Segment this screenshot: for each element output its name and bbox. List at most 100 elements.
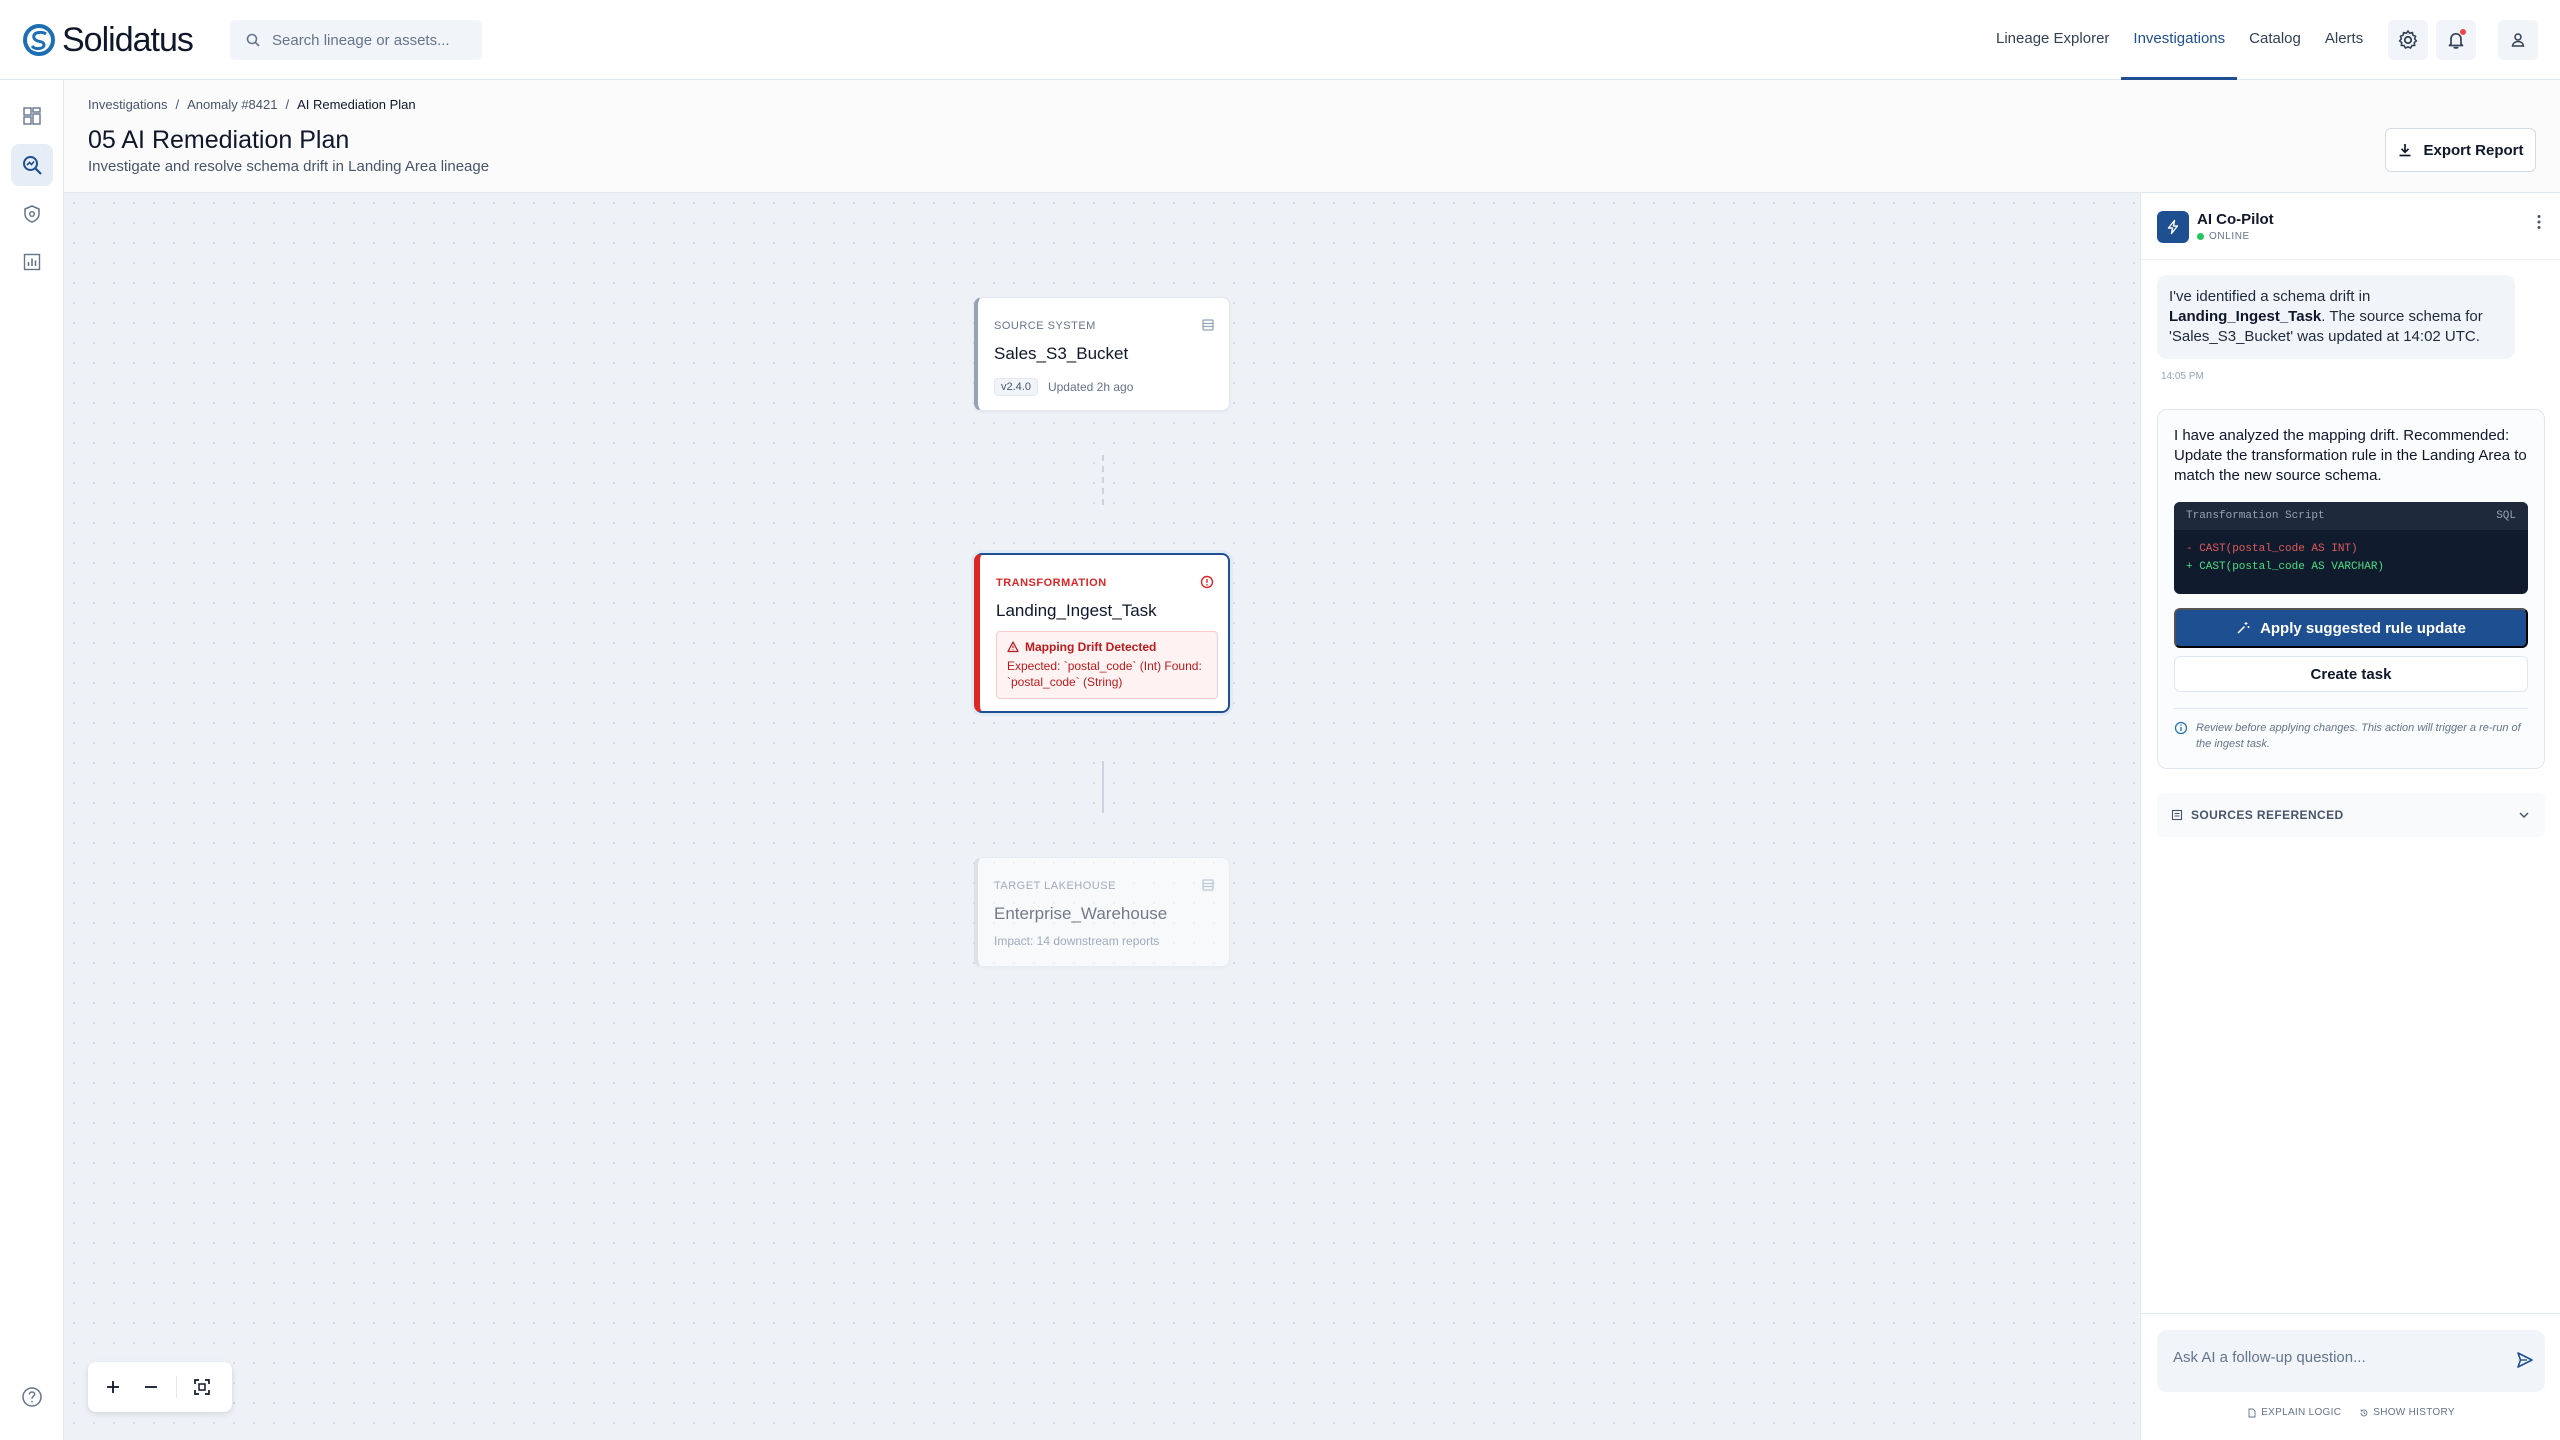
more-options-button[interactable] [2531,213,2547,231]
more-vertical-icon [2537,215,2541,229]
document-list-icon [2171,809,2183,821]
create-task-button[interactable]: Create task [2174,656,2528,692]
search-analytics-icon [23,156,42,175]
apply-rule-update-button[interactable]: Apply suggested rule update [2174,608,2528,648]
rail-governance[interactable] [11,193,53,235]
download-icon [2399,144,2411,157]
page-header: Investigations / Anomaly #8421 / AI Reme… [64,80,2560,193]
ask-ai-box [2157,1330,2545,1392]
show-history-label: SHOW HISTORY [2373,1407,2455,1418]
code-header: Transformation Script SQL [2174,502,2528,530]
edge-source-to-transform [1102,455,1104,505]
online-indicator [2197,233,2204,240]
node-kind-label: Target Lakehouse [994,880,1116,892]
node-kind-label: Source System [994,320,1096,332]
search-icon [246,33,260,47]
breadcrumb-separator: / [175,97,180,112]
error-icon [1200,575,1214,589]
code-added-line: + CAST(postal_code AS VARCHAR) [2186,561,2385,573]
copilot-avatar [2157,211,2189,243]
database-icon [1202,319,1214,331]
solidatus-logo[interactable]: Solidatus [22,20,194,60]
nav-investigations[interactable]: Investigations [2121,0,2238,80]
search-input[interactable] [272,31,472,49]
breadcrumb-anomaly[interactable]: Anomaly #8421 [187,97,277,112]
nav-catalog[interactable]: Catalog [2237,0,2313,80]
copilot-header: AI Co-Pilot ONLINE [2141,193,2560,260]
node-meta: v2.4.0 Updated 2h ago [994,378,1133,396]
global-search[interactable] [230,20,482,60]
fit-screen-icon [194,1379,210,1395]
page-subtitle: Investigate and resolve schema drift in … [88,158,490,175]
export-report-label: Export Report [2423,141,2524,159]
minus-icon [145,1386,157,1388]
zoom-out-button[interactable] [132,1368,170,1406]
recommendation-text: I have analyzed the mapping drift. Recom… [2174,427,2527,484]
brand-name: Solidatus [62,20,194,59]
code-language: SQL [2496,510,2516,522]
user-menu-button[interactable] [2498,20,2538,60]
node-target-lakehouse[interactable]: Target Lakehouse Enterprise_Warehouse Im… [974,857,1230,967]
send-icon [2517,1352,2533,1368]
export-report-button[interactable]: Export Report [2385,128,2536,172]
history-icon [2360,1408,2368,1416]
lineage-canvas[interactable]: Source System Sales_S3_Bucket v2.4.0 Upd… [64,193,2140,1440]
sources-referenced-toggle[interactable]: SOURCES REFERENCED [2157,793,2545,837]
recommendation-card: I have analyzed the mapping drift. Recom… [2157,409,2545,769]
fit-view-button[interactable] [183,1368,221,1406]
updated-time: Updated 2h ago [1047,380,1134,394]
node-transformation[interactable]: Transformation Landing_Ingest_Task Mappi… [974,553,1230,713]
ai-message-task-name: Landing_Ingest_Task [2169,308,2322,325]
explain-logic-link[interactable]: EXPLAIN LOGIC [2247,1407,2341,1418]
main-nav: Lineage Explorer Investigations Catalog … [1984,0,2375,80]
logo-mark-icon [23,24,55,56]
code-title: Transformation Script [2186,510,2325,522]
settings-button[interactable] [2388,20,2428,60]
explain-logic-label: EXPLAIN LOGIC [2261,1407,2342,1418]
ai-message-text: I've identified a schema drift in [2169,288,2371,305]
node-source-system[interactable]: Source System Sales_S3_Bucket v2.4.0 Upd… [974,297,1230,411]
chevron-down-icon [2519,812,2529,819]
version-badge: v2.4.0 [994,378,1038,396]
user-icon [2511,33,2525,47]
node-meta: Impact: 14 downstream reports [994,934,1159,948]
footer-links: EXPLAIN LOGIC SHOW HISTORY [2141,1407,2560,1418]
breadcrumb-investigations[interactable]: Investigations [88,97,168,112]
drift-alert: Mapping Drift Detected Expected: `postal… [996,631,1218,699]
code-diff-block: Transformation Script SQL - CAST(postal_… [2174,502,2528,594]
info-icon [2174,721,2188,735]
ai-copilot-panel: AI Co-Pilot ONLINE I've identified a sch… [2140,193,2560,1440]
show-history-link[interactable]: SHOW HISTORY [2359,1407,2455,1418]
review-note: Review before applying changes. This act… [2174,720,2528,752]
rail-investigations[interactable] [11,144,53,186]
breadcrumb-separator: / [285,97,290,112]
breadcrumb-current: AI Remediation Plan [297,97,416,112]
nav-alerts[interactable]: Alerts [2313,0,2375,80]
help-icon [22,1387,42,1407]
node-name: Landing_Ingest_Task [996,601,1157,620]
node-name: Enterprise_Warehouse [994,904,1168,923]
left-rail [0,80,64,1440]
notification-badge [2459,28,2467,36]
rail-help[interactable] [11,1376,53,1418]
document-icon [2248,1408,2256,1417]
drift-alert-title: Mapping Drift Detected [1007,640,1207,654]
top-header: Solidatus Lineage Explorer Investigation… [0,0,2560,80]
shield-icon [24,205,40,223]
notifications-button[interactable] [2436,20,2476,60]
rail-dashboard[interactable] [11,95,53,137]
database-icon [1202,879,1214,891]
ai-message: I've identified a schema drift in Landin… [2157,275,2515,359]
nav-lineage-explorer[interactable]: Lineage Explorer [1984,0,2121,80]
ask-ai-input[interactable] [2173,1349,2493,1366]
sources-referenced-label: SOURCES REFERENCED [2191,808,2344,822]
node-name: Sales_S3_Bucket [994,344,1129,363]
edge-transform-to-target [1102,761,1104,813]
send-button[interactable] [2515,1350,2535,1370]
warning-icon [1007,641,1019,653]
magic-wand-icon [2237,622,2250,634]
rail-reports[interactable] [11,241,53,283]
zoom-in-button[interactable] [94,1368,132,1406]
card-divider [2174,708,2528,709]
review-note-text: Review before applying changes. This act… [2196,722,2521,750]
